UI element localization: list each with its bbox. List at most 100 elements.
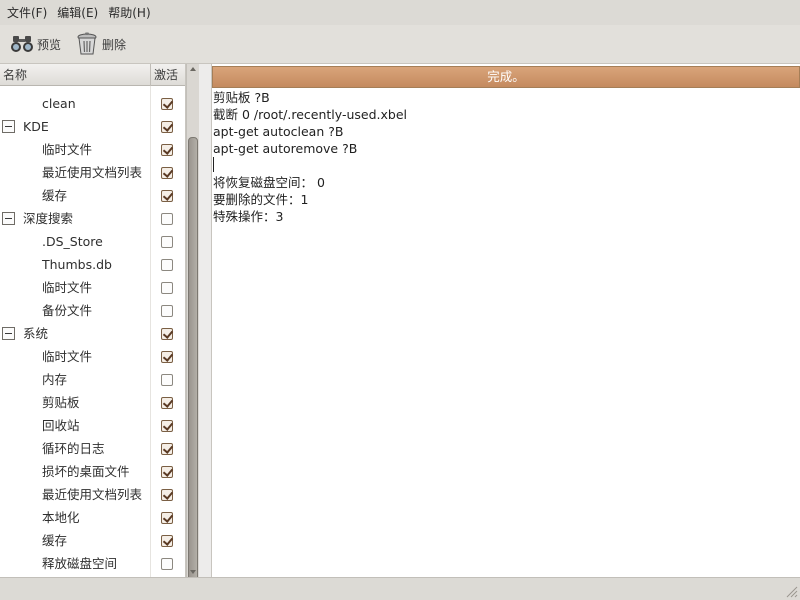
tree-option-row[interactable]: 临时文件 bbox=[0, 138, 185, 161]
tree-option-row[interactable]: .DS_Store bbox=[0, 230, 185, 253]
active-checkbox[interactable] bbox=[161, 305, 173, 317]
tree-row-label: 释放磁盘空间 bbox=[42, 556, 118, 571]
cleaner-tree: 名称 激活 clean KDE 临时文件 最近使用文档列表 缓存 深度搜索 .DS_Stor… bbox=[0, 64, 186, 577]
active-checkbox[interactable] bbox=[161, 374, 173, 386]
log-line: apt-get autoremove ?B bbox=[213, 141, 358, 156]
tree-option-row[interactable]: 备份文件 bbox=[0, 299, 185, 322]
tree-row-label: 缓存 bbox=[42, 188, 68, 203]
tree-row-label: 最近使用文档列表 bbox=[42, 165, 143, 180]
active-checkbox[interactable] bbox=[161, 466, 173, 478]
active-checkbox[interactable] bbox=[161, 351, 173, 363]
statusbar bbox=[0, 577, 800, 600]
active-checkbox[interactable] bbox=[161, 328, 173, 340]
tree-option-row[interactable]: Thumbs.db bbox=[0, 253, 185, 276]
progress-text: 完成。 bbox=[487, 69, 525, 84]
collapse-toggle-icon[interactable] bbox=[2, 327, 15, 340]
tree-row-label: .DS_Store bbox=[42, 234, 103, 249]
tree-option-row[interactable]: 最近使用文档列表 bbox=[0, 161, 185, 184]
active-checkbox[interactable] bbox=[161, 512, 173, 524]
tree-row-label: 缓存 bbox=[42, 533, 68, 548]
log-line: 剪贴板 ?B bbox=[213, 90, 270, 105]
tree-category-row[interactable]: 系统 bbox=[0, 322, 185, 345]
active-checkbox[interactable] bbox=[161, 259, 173, 271]
log-line: 将恢复磁盘空间： 0 bbox=[213, 175, 325, 190]
active-checkbox[interactable] bbox=[161, 489, 173, 501]
tree-row-label: 损坏的桌面文件 bbox=[42, 464, 130, 479]
tree-row-label: 临时文件 bbox=[42, 349, 93, 364]
tree-option-row[interactable]: 最近使用文档列表 bbox=[0, 483, 185, 506]
tree-row-label: 本地化 bbox=[42, 510, 80, 525]
tree-row-label: 剪贴板 bbox=[42, 395, 80, 410]
log-line: apt-get autoclean ?B bbox=[213, 124, 344, 139]
scrollbar-thumb[interactable] bbox=[188, 137, 198, 600]
tree-scrollbar[interactable] bbox=[186, 64, 199, 600]
collapse-toggle-icon[interactable] bbox=[2, 212, 15, 225]
tree-option-row[interactable]: 缓存 bbox=[0, 184, 185, 207]
toolbar: 预览 删除 bbox=[0, 25, 800, 64]
active-checkbox[interactable] bbox=[161, 144, 173, 156]
tree-row-label: 备份文件 bbox=[42, 303, 93, 318]
tree-category-row[interactable]: 深度搜索 bbox=[0, 207, 185, 230]
tree-row-label: clean bbox=[42, 96, 76, 111]
tree-row-label: 深度搜索 bbox=[23, 211, 74, 226]
preview-button[interactable]: 预览 bbox=[6, 29, 65, 59]
menu-file[interactable]: 文件(F) bbox=[2, 2, 52, 24]
tree-row-label: 临时文件 bbox=[42, 280, 93, 295]
tree-rows: clean KDE 临时文件 最近使用文档列表 缓存 深度搜索 .DS_Store Thumb… bbox=[0, 92, 185, 575]
menu-help[interactable]: 帮助(H) bbox=[103, 2, 155, 24]
column-header-name[interactable]: 名称 bbox=[3, 64, 27, 86]
active-checkbox[interactable] bbox=[161, 535, 173, 547]
menu-edit[interactable]: 编辑(E) bbox=[52, 2, 103, 24]
tree-row-label: Thumbs.db bbox=[42, 257, 112, 272]
active-checkbox[interactable] bbox=[161, 213, 173, 225]
preview-label: 预览 bbox=[37, 37, 62, 52]
delete-label: 删除 bbox=[102, 37, 127, 52]
tree-row-label: 最近使用文档列表 bbox=[42, 487, 143, 502]
tree-row-label: 内存 bbox=[42, 372, 68, 387]
active-checkbox[interactable] bbox=[161, 121, 173, 133]
tree-option-row[interactable]: 内存 bbox=[0, 368, 185, 391]
output-pane: 完成。 剪贴板 ?B 截断 0 /root/.recently-used.xbel… bbox=[211, 64, 800, 577]
resize-grip-icon[interactable] bbox=[784, 584, 798, 598]
tree-option-row[interactable]: 损坏的桌面文件 bbox=[0, 460, 185, 483]
scroll-down-arrow-icon[interactable] bbox=[190, 570, 196, 574]
tree-option-row[interactable]: 循环的日志 bbox=[0, 437, 185, 460]
tree-header: 名称 激活 bbox=[0, 64, 185, 86]
tree-option-row[interactable]: 临时文件 bbox=[0, 276, 185, 299]
tree-row-label: KDE bbox=[23, 119, 49, 134]
trash-icon bbox=[75, 32, 99, 56]
active-checkbox[interactable] bbox=[161, 420, 173, 432]
active-checkbox[interactable] bbox=[161, 282, 173, 294]
binoculars-icon bbox=[10, 32, 34, 56]
progress-bar: 完成。 bbox=[212, 66, 800, 88]
pane-splitter[interactable] bbox=[199, 64, 211, 577]
text-cursor bbox=[213, 157, 214, 172]
tree-option-row[interactable]: 释放磁盘空间 bbox=[0, 552, 185, 575]
tree-option-row[interactable]: 回收站 bbox=[0, 414, 185, 437]
tree-option-row[interactable]: clean bbox=[0, 92, 185, 115]
tree-row-label: 临时文件 bbox=[42, 142, 93, 157]
active-checkbox[interactable] bbox=[161, 98, 173, 110]
collapse-toggle-icon[interactable] bbox=[2, 120, 15, 133]
tree-option-row[interactable]: 临时文件 bbox=[0, 345, 185, 368]
output-log[interactable]: 剪贴板 ?B 截断 0 /root/.recently-used.xbel apt-… bbox=[213, 89, 793, 225]
column-header-active[interactable]: 激活 bbox=[150, 64, 185, 86]
tree-row-label: 回收站 bbox=[42, 418, 80, 433]
log-line: 截断 0 /root/.recently-used.xbel bbox=[213, 107, 407, 122]
tree-option-row[interactable]: 缓存 bbox=[0, 529, 185, 552]
scroll-up-arrow-icon[interactable] bbox=[190, 67, 196, 71]
log-line: 特殊操作：3 bbox=[213, 209, 284, 224]
active-checkbox[interactable] bbox=[161, 397, 173, 409]
active-checkbox[interactable] bbox=[161, 190, 173, 202]
log-line: 要删除的文件：1 bbox=[213, 192, 309, 207]
tree-option-row[interactable]: 剪贴板 bbox=[0, 391, 185, 414]
delete-button[interactable]: 删除 bbox=[71, 29, 130, 59]
tree-row-label: 循环的日志 bbox=[42, 441, 105, 456]
active-checkbox[interactable] bbox=[161, 236, 173, 248]
tree-option-row[interactable]: 本地化 bbox=[0, 506, 185, 529]
active-checkbox[interactable] bbox=[161, 558, 173, 570]
tree-category-row[interactable]: KDE bbox=[0, 115, 185, 138]
active-checkbox[interactable] bbox=[161, 167, 173, 179]
active-checkbox[interactable] bbox=[161, 443, 173, 455]
